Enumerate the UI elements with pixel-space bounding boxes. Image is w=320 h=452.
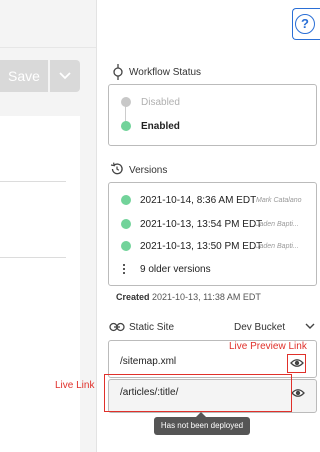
static-site-heading: Static Site [129, 322, 175, 333]
help-icon: ? [295, 14, 315, 34]
live-preview-annotation: Live Preview Link [229, 341, 307, 352]
created-label: Created [116, 292, 150, 302]
sidebar-divider [96, 0, 97, 452]
eye-icon[interactable] [291, 388, 305, 398]
version-status-dot [121, 219, 131, 229]
field-divider [0, 257, 66, 258]
sitemap-path[interactable]: /sitemap.xml [120, 356, 176, 367]
disabled-status-dot[interactable] [121, 97, 131, 107]
version-date[interactable]: 2021-10-13, 13:50 PM EDT [140, 241, 262, 252]
field-divider [0, 181, 66, 182]
enabled-status-label[interactable]: Enabled [141, 121, 180, 132]
live-link-annotation: Live Link [55, 380, 95, 391]
version-author: Jaden Bapti... [256, 221, 299, 228]
disabled-status-label[interactable]: Disabled [141, 97, 180, 108]
help-button[interactable]: ? [292, 8, 320, 40]
save-options-button[interactable] [50, 60, 80, 92]
version-author: Mark Catalano [256, 197, 302, 204]
editor-panel [0, 116, 80, 452]
version-date[interactable]: 2021-10-13, 13:54 PM EDT [140, 219, 262, 230]
created-value: 2021-10-13, 11:38 AM EDT [152, 292, 261, 302]
more-vertical-icon [123, 264, 126, 275]
history-icon [110, 162, 123, 175]
chevron-down-icon [59, 72, 71, 80]
live-link-highlight [104, 374, 292, 412]
workflow-status-panel [108, 84, 317, 146]
save-button[interactable]: Save [0, 60, 48, 92]
live-preview-highlight [287, 354, 306, 373]
workflow-status-heading: Workflow Status [129, 67, 202, 78]
deploy-status-tooltip: Has not been deployed [154, 417, 250, 435]
version-status-dot [121, 241, 131, 251]
version-date[interactable]: 2021-10-14, 8:36 AM EDT [140, 195, 256, 206]
chevron-down-icon[interactable] [305, 323, 315, 330]
older-versions-link[interactable]: 9 older versions [140, 264, 211, 275]
enabled-status-dot[interactable] [121, 121, 131, 131]
link-icon [109, 322, 125, 332]
bucket-select[interactable]: Dev Bucket [234, 322, 285, 333]
created-info: Created 2021-10-13, 11:38 AM EDT [116, 292, 261, 302]
top-bar [0, 0, 96, 48]
version-author: Jaden Bapti... [256, 243, 299, 250]
version-status-dot [121, 195, 131, 205]
workflow-icon [113, 64, 123, 80]
versions-heading: Versions [129, 165, 168, 176]
